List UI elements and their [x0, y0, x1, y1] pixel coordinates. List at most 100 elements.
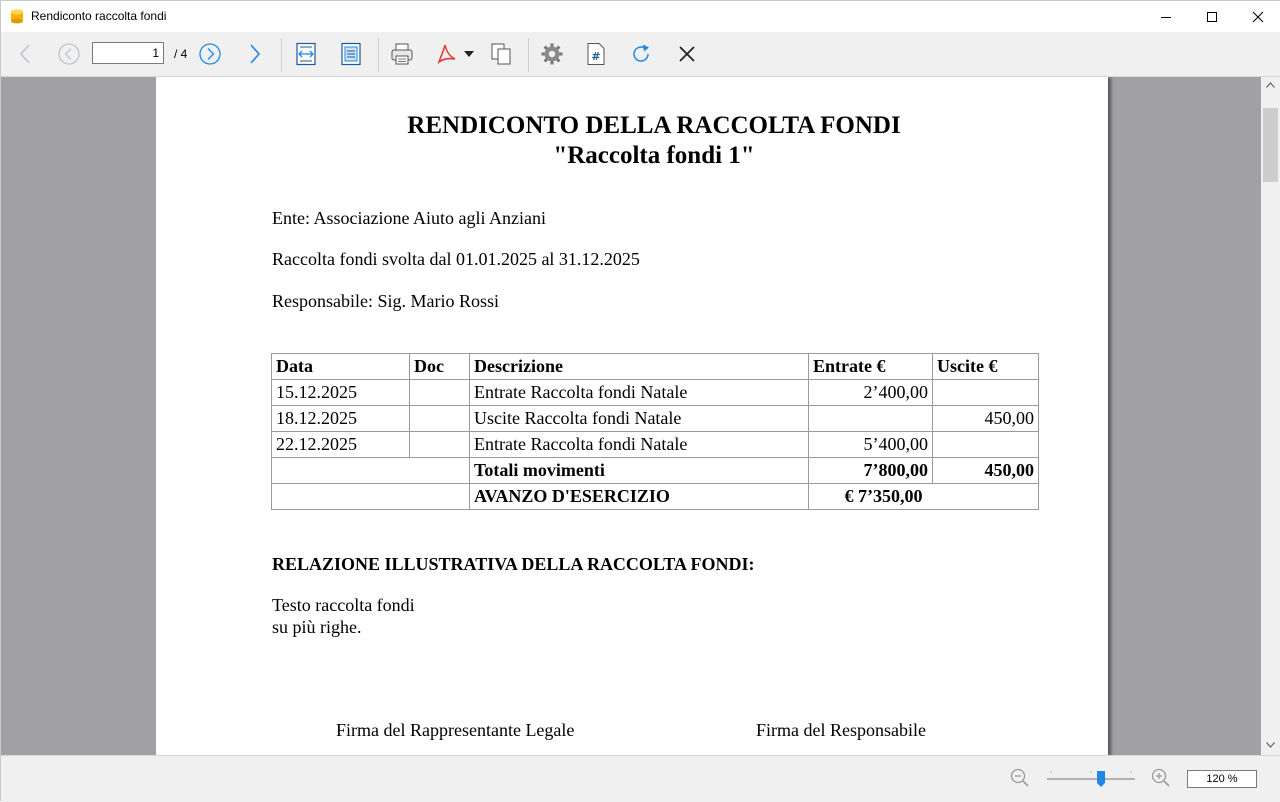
- zoom-slider-handle[interactable]: [1096, 771, 1106, 788]
- avanzo-value: € 7’350,00: [808, 483, 1039, 510]
- zoom-slider-track: [1047, 771, 1135, 780]
- header-uscite: Uscite €: [932, 353, 1039, 380]
- fit-page-button[interactable]: [336, 32, 366, 76]
- responsabile-line: Responsabile: Sig. Mario Rossi: [272, 291, 500, 311]
- scrollbar-thumb[interactable]: [1263, 108, 1278, 182]
- table-row: 18.12.2025 Uscite Raccolta fondi Natale …: [271, 405, 1039, 432]
- zoom-in-icon: [1151, 768, 1170, 787]
- zoom-in-button[interactable]: [1151, 768, 1171, 793]
- cell-data: 15.12.2025: [271, 379, 410, 406]
- close-preview-button[interactable]: [672, 32, 702, 76]
- report-page: RENDICONTO DELLA RACCOLTA FONDI "Raccolt…: [156, 77, 1108, 755]
- copy-button[interactable]: [486, 32, 516, 76]
- ente-line: Ente: Associazione Aiuto agli Anziani: [272, 208, 546, 228]
- toolbar-separator: [528, 38, 529, 72]
- avanzo-row: AVANZO D'ESERCIZIO € 7’350,00: [271, 483, 1039, 510]
- copy-icon: [491, 43, 511, 65]
- settings-button[interactable]: [537, 32, 567, 76]
- page-number-icon: #: [587, 43, 605, 65]
- table-header-row: Data Doc Descrizione Entrate € Uscite €: [271, 353, 1039, 380]
- dropdown-arrow-icon: [464, 51, 474, 57]
- totals-row: Totali movimenti 7’800,00 450,00: [271, 457, 1039, 484]
- cell-entrate: 2’400,00: [808, 379, 933, 406]
- toolbar-separator: [378, 38, 379, 72]
- zoom-slider[interactable]: [1045, 770, 1137, 790]
- fit-width-icon: [296, 42, 316, 66]
- cell-empty: [409, 483, 470, 510]
- table-row: 22.12.2025 Entrate Raccolta fondi Natale…: [271, 431, 1039, 458]
- toolbar: 1 / 4 #: [1, 32, 1280, 77]
- zoom-out-icon: [1010, 768, 1029, 787]
- refresh-icon: [633, 44, 649, 62]
- firma-legale: Firma del Rappresentante Legale: [336, 720, 575, 740]
- header-data: Data: [271, 353, 410, 380]
- print-icon: [391, 43, 413, 65]
- table-row: 15.12.2025 Entrate Raccolta fondi Natale…: [271, 379, 1039, 406]
- vertical-scrollbar[interactable]: [1261, 77, 1280, 755]
- movements-table: Data Doc Descrizione Entrate € Uscite € …: [271, 353, 1039, 510]
- circle-left-icon: [58, 43, 80, 65]
- arrow-right-icon: [250, 44, 261, 64]
- totals-label: Totali movimenti: [469, 457, 809, 484]
- report-title-line1: RENDICONTO DELLA RACCOLTA FONDI: [407, 112, 901, 139]
- close-x-icon: [679, 46, 695, 62]
- cell-empty: [271, 457, 410, 484]
- arrow-left-icon: [19, 44, 30, 64]
- toolbar-separator: [281, 38, 282, 72]
- cell-entrate: 5’400,00: [808, 431, 933, 458]
- page-numbering-button[interactable]: #: [581, 32, 611, 76]
- cell-doc: [409, 405, 470, 432]
- cell-descrizione: Uscite Raccolta fondi Natale: [469, 405, 809, 432]
- avanzo-label: AVANZO D'ESERCIZIO: [469, 483, 809, 510]
- page-number-input[interactable]: 1: [92, 42, 164, 64]
- cell-uscite: [932, 431, 1039, 458]
- gear-icon: [541, 43, 563, 65]
- window-title: Rendiconto raccolta fondi: [31, 9, 167, 23]
- previous-page-button[interactable]: [11, 32, 39, 76]
- document-viewer[interactable]: RENDICONTO DELLA RACCOLTA FONDI "Raccolt…: [1, 77, 1261, 755]
- cell-data: 22.12.2025: [271, 431, 410, 458]
- cell-descrizione: Entrate Raccolta fondi Natale: [469, 379, 809, 406]
- title-bar: Rendiconto raccolta fondi: [1, 1, 1280, 32]
- header-entrate: Entrate €: [808, 353, 933, 380]
- page-total-label: / 4: [174, 47, 188, 61]
- cell-descrizione: Entrate Raccolta fondi Natale: [469, 431, 809, 458]
- cell-doc: [409, 431, 470, 458]
- minimize-icon: [1161, 16, 1171, 18]
- cell-uscite: 450,00: [932, 405, 1039, 432]
- export-pdf-button[interactable]: [431, 32, 461, 76]
- relazione-title: RELAZIONE ILLUSTRATIVA DELLA RACCOLTA FO…: [272, 554, 755, 574]
- firma-responsabile: Firma del Responsabile: [756, 720, 926, 740]
- export-dropdown-button[interactable]: [462, 32, 476, 76]
- first-page-button[interactable]: [55, 32, 83, 76]
- print-button[interactable]: [387, 32, 417, 76]
- report-title-line2: "Raccolta fondi 1": [553, 142, 755, 169]
- refresh-button[interactable]: [626, 32, 656, 76]
- next-page-button[interactable]: [241, 32, 269, 76]
- cell-uscite: [932, 379, 1039, 406]
- periodo-line: Raccolta fondi svolta dal 01.01.2025 al …: [272, 249, 640, 269]
- circle-right-icon: [199, 43, 221, 65]
- maximize-icon: [1207, 11, 1217, 22]
- svg-text:#: #: [591, 50, 600, 63]
- close-button[interactable]: [1235, 1, 1280, 32]
- preview-window: Rendiconto raccolta fondi 1 / 4 # RENDIC…: [0, 0, 1280, 802]
- status-bar: 120 %: [1, 755, 1280, 802]
- close-icon: [1252, 11, 1264, 22]
- header-doc: Doc: [409, 353, 470, 380]
- maximize-button[interactable]: [1189, 1, 1235, 32]
- pdf-icon: [437, 44, 456, 65]
- scroll-down-arrow-icon[interactable]: [1266, 742, 1275, 748]
- zoom-level-field[interactable]: 120 %: [1187, 770, 1257, 788]
- cell-empty: [409, 457, 470, 484]
- last-page-button[interactable]: [196, 32, 224, 76]
- minimize-button[interactable]: [1143, 1, 1189, 32]
- fit-width-button[interactable]: [291, 32, 321, 76]
- fit-page-icon: [341, 42, 361, 66]
- zoom-out-button[interactable]: [1010, 768, 1030, 793]
- cell-empty: [271, 483, 410, 510]
- relazione-line2: su più righe.: [272, 617, 362, 637]
- app-icon: [11, 9, 23, 24]
- scroll-up-arrow-icon[interactable]: [1266, 82, 1275, 88]
- relazione-line1: Testo raccolta fondi: [272, 595, 415, 615]
